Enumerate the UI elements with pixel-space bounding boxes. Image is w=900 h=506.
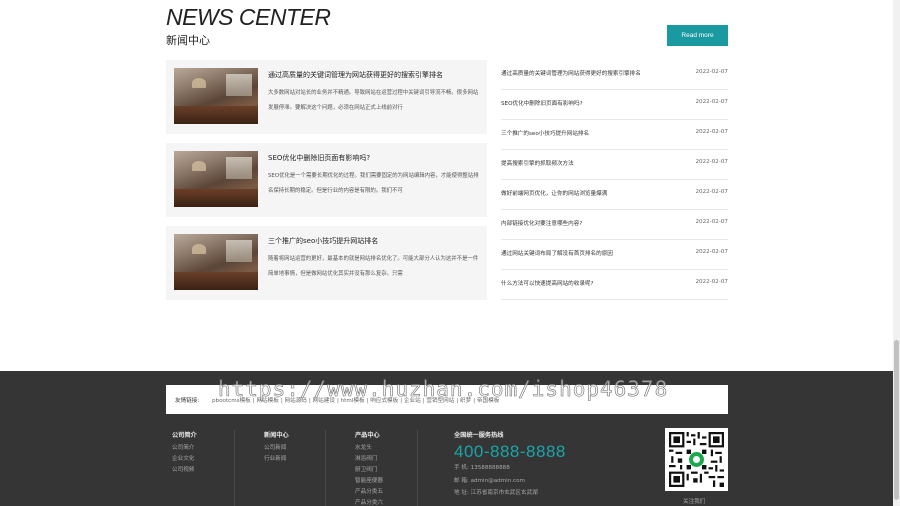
card-title[interactable]: SEO优化中删除旧页面有影响吗? (268, 153, 480, 163)
hotline-number: 400-888-8888 (454, 442, 566, 461)
friend-link[interactable]: pbootcms模板 (212, 398, 251, 404)
footer-link[interactable]: 产品分类六 (355, 498, 383, 506)
list-item-date: 2022-02-07 (695, 129, 728, 135)
list-item-title[interactable]: SEO优化中删除旧页面有影响吗? (501, 99, 681, 107)
card-thumbnail[interactable] (174, 234, 258, 290)
card-thumbnail[interactable] (174, 68, 258, 124)
friend-link[interactable]: 帝国模板 (477, 398, 499, 404)
page-scrollbar[interactable] (893, 0, 900, 506)
scrollbar-thumb[interactable] (894, 340, 899, 500)
friend-link[interactable]: 网站建设 (313, 398, 335, 404)
footer-link[interactable]: 公司简介 (172, 443, 197, 454)
footer-link[interactable]: 智能座便器 (355, 476, 383, 487)
footer-col-about: 公司简介 公司简介 企业文化 公司视频 (172, 430, 197, 476)
card-title[interactable]: 通过高质量的关键词管理为网站获得更好的搜索引擎排名 (268, 70, 480, 80)
list-item-title[interactable]: 通过网站关键词布局了解没有首页排名的原因 (501, 249, 681, 257)
footer-divider (325, 430, 326, 506)
friend-link[interactable]: 企业站 (404, 398, 421, 404)
list-item-date: 2022-02-07 (695, 69, 728, 75)
list-item-date: 2022-02-07 (695, 99, 728, 105)
footer-contact: 全国统一服务热线 400-888-8888 手 机: 13588888888 邮… (454, 430, 634, 500)
list-item-title[interactable]: 什么方法可以快速提高网站的收录呢? (501, 279, 681, 287)
card-title[interactable]: 三个推广的seo小技巧提升网站排名 (268, 236, 480, 246)
footer-col-title[interactable]: 新闻中心 (264, 430, 289, 439)
list-item[interactable]: 提高搜索引擎的抓取频次方法 2022-02-07 (501, 150, 728, 180)
list-item-title[interactable]: 做好前端网页优化，让你的网站浏览量爆满 (501, 189, 681, 197)
list-item-date: 2022-02-07 (695, 159, 728, 165)
card-description: 随着将网站运营的更好，最基本的就是网站排名优化了。可能大部分人认为这并不是一件简… (268, 256, 479, 277)
friend-links-bar: 友情链接: pbootcms模板 | 网站模板 | 网站源码 | 网站建设 | html… (166, 385, 728, 414)
read-more-button[interactable]: Read more (667, 25, 728, 46)
list-item-title[interactable]: 通过高质量的关键词管理为网站获得更好的搜索引擎排名 (501, 69, 681, 77)
list-item[interactable]: 通过网站关键词布局了解没有首页排名的原因 2022-02-07 (501, 240, 728, 270)
footer-link[interactable]: 行业新闻 (264, 454, 289, 465)
footer-link[interactable]: 产品分类五 (355, 487, 383, 498)
list-item-date: 2022-02-07 (695, 249, 728, 255)
footer-link[interactable]: 公司新闻 (264, 443, 289, 454)
footer-link[interactable]: 水龙头 (355, 443, 383, 454)
featured-card[interactable]: 通过高质量的关键词管理为网站获得更好的搜索引擎排名 大多数网站对站长的业务并不精… (166, 60, 487, 134)
list-item-date: 2022-02-07 (695, 219, 728, 225)
footer-divider (417, 430, 418, 506)
qr-code-image (665, 428, 728, 491)
list-item-date: 2022-02-07 (695, 189, 728, 195)
section-title-en: NEWS CENTER (166, 4, 331, 30)
list-item[interactable]: SEO优化中删除旧页面有影响吗? 2022-02-07 (501, 90, 728, 120)
list-item-date: 2022-02-07 (695, 279, 728, 285)
card-description: SEO优化是一个需要长期优化的过程。我们需要固定的为网站编辑内容，才能使得整站排… (268, 173, 479, 194)
list-item-title[interactable]: 内部链接优化对要注意哪些内容? (501, 219, 681, 227)
footer-col-title[interactable]: 公司简介 (172, 430, 197, 439)
footer-link[interactable]: 企业文化 (172, 454, 197, 465)
footer-col-title[interactable]: 产品中心 (355, 430, 383, 439)
card-thumbnail[interactable] (174, 151, 258, 207)
friend-link[interactable]: 响应式模板 (370, 398, 398, 404)
list-item[interactable]: 内部链接优化对要注意哪些内容? 2022-02-07 (501, 210, 728, 240)
list-item[interactable]: 什么方法可以快速提高网站的收录呢? 2022-02-07 (501, 270, 728, 300)
footer-link[interactable]: 厨卫阀门 (355, 465, 383, 476)
list-item[interactable]: 三个推广的seo小技巧提升网站排名 2022-02-07 (501, 120, 728, 150)
card-description: 大多数网站对站长的业务并不精通。导致网站在运营过程中关键词引导流不畅。很多网站发… (268, 90, 479, 111)
follow-us-label: 关注我们 (683, 499, 706, 505)
contact-email: 邮 箱: admin@admin.com (454, 477, 526, 484)
footer-link[interactable]: 淋浴阀门 (355, 454, 383, 465)
site-footer: 友情链接: pbootcms模板 | 网站模板 | 网站源码 | 网站建设 | html… (0, 371, 893, 506)
news-center-header: NEWS CENTER 新闻中心 Read more (166, 4, 728, 48)
hotline-title: 全国统一服务热线 (454, 432, 504, 439)
friend-link[interactable]: 营销型网站 (426, 398, 454, 404)
list-item-title[interactable]: 提高搜索引擎的抓取频次方法 (501, 159, 681, 167)
friend-link[interactable]: 织梦 (460, 398, 471, 404)
friend-links-label: 友情链接: (175, 398, 200, 404)
contact-address: 地 址: 江苏省南京市玄武区玄武湖 (454, 490, 538, 496)
list-item[interactable]: 做好前端网页优化，让你的网站浏览量爆满 2022-02-07 (501, 180, 728, 210)
footer-col-news: 新闻中心 公司新闻 行业新闻 (264, 430, 289, 465)
friend-link[interactable]: 网站模板 (256, 398, 278, 404)
footer-link[interactable]: 公司视频 (172, 465, 197, 476)
page: NEWS CENTER 新闻中心 Read more 通过高质量的关键词管理为网… (0, 0, 900, 506)
friend-link[interactable]: 网站源码 (285, 398, 307, 404)
footer-divider (234, 430, 235, 506)
list-item-title[interactable]: 三个推广的seo小技巧提升网站排名 (501, 129, 681, 137)
footer-col-products: 产品中心 水龙头 淋浴阀门 厨卫阀门 智能座便器 产品分类五 产品分类六 (355, 430, 383, 506)
friend-link[interactable]: html模板 (341, 398, 365, 404)
news-list: 通过高质量的关键词管理为网站获得更好的搜索引擎排名 2022-02-07 SEO优… (501, 60, 728, 300)
section-title-cn: 新闻中心 (166, 34, 210, 47)
featured-card[interactable]: 三个推广的seo小技巧提升网站排名 随着将网站运营的更好，最基本的就是网站排名优… (166, 226, 487, 300)
friend-links: pbootcms模板 | 网站模板 | 网站源码 | 网站建设 | html模板 | 响应… (212, 398, 500, 404)
qr-code-icon (669, 432, 724, 487)
featured-card[interactable]: SEO优化中删除旧页面有影响吗? SEO优化是一个需要长期优化的过程。我们需要固… (166, 143, 487, 217)
contact-phone: 手 机: 13588888888 (454, 465, 510, 471)
list-item[interactable]: 通过高质量的关键词管理为网站获得更好的搜索引擎排名 2022-02-07 (501, 60, 728, 90)
